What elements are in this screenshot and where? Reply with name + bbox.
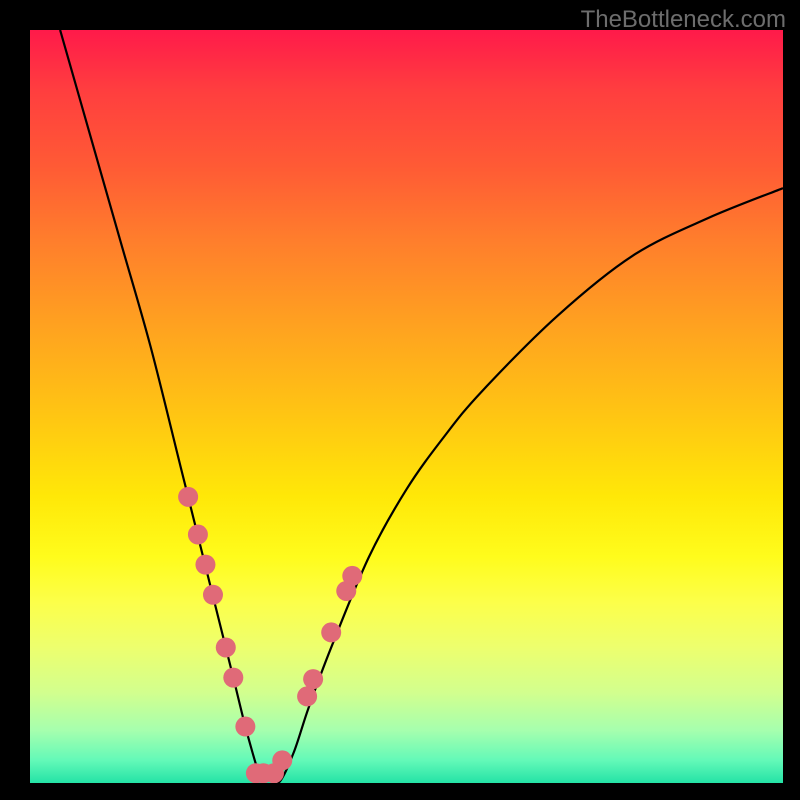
data-marker <box>321 622 341 642</box>
chart-plot-area <box>30 30 783 783</box>
data-marker <box>188 525 208 545</box>
data-marker <box>303 669 323 689</box>
marker-group <box>178 487 362 783</box>
data-marker <box>223 668 243 688</box>
bottleneck-curve <box>60 30 783 783</box>
data-marker <box>272 750 292 770</box>
watermark-text: TheBottleneck.com <box>581 6 786 34</box>
data-marker <box>342 566 362 586</box>
chart-svg <box>30 30 783 783</box>
data-marker <box>216 637 236 657</box>
data-marker <box>203 585 223 605</box>
data-marker <box>297 686 317 706</box>
data-marker <box>235 717 255 737</box>
data-marker <box>178 487 198 507</box>
data-marker <box>195 555 215 575</box>
